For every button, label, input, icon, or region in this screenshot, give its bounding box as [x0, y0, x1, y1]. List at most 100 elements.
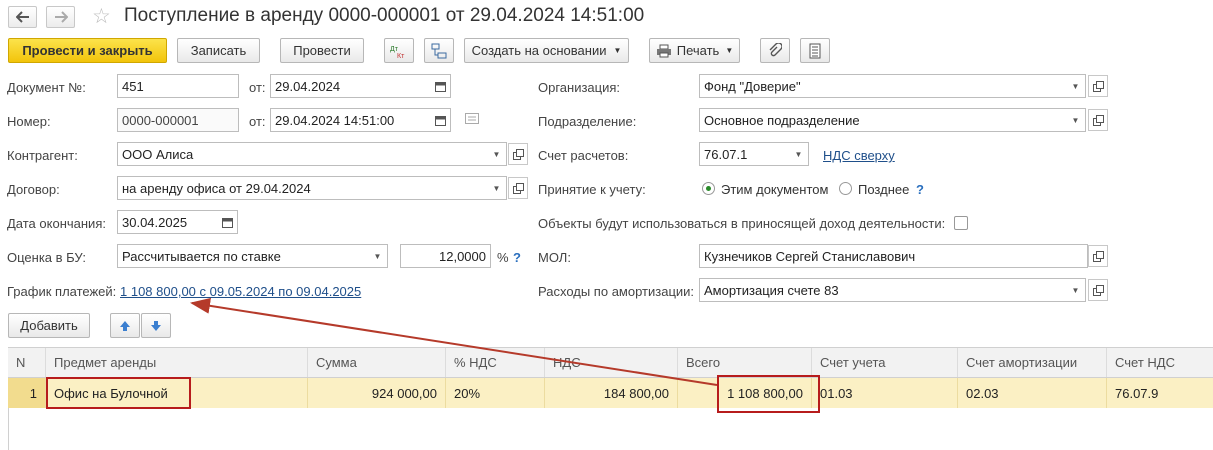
printer-icon	[656, 44, 671, 57]
cell-vat-rate[interactable]: 20%	[446, 378, 545, 408]
chevron-down-icon: ▼	[725, 46, 734, 55]
forward-button[interactable]	[46, 6, 75, 28]
dept-open-button[interactable]	[1088, 109, 1108, 131]
open-window-icon	[1092, 284, 1104, 296]
save-button[interactable]: Записать	[177, 38, 260, 63]
number-input[interactable]: 0000-000001	[117, 108, 239, 132]
chevron-down-icon: ▼	[794, 149, 803, 159]
calendar-icon	[435, 115, 446, 126]
bu-dropdown[interactable]: ▼	[368, 244, 388, 268]
contract-input[interactable]: на аренду офиса от 29.04.2024	[117, 176, 488, 200]
org-open-button[interactable]	[1088, 75, 1108, 97]
hierarchy-icon	[431, 43, 447, 58]
contract-label: Договор:	[7, 182, 60, 197]
dtkt-button[interactable]: Дт Кт	[384, 38, 414, 63]
col-header-subject[interactable]: Предмет аренды	[46, 348, 308, 377]
col-header-amort-account[interactable]: Счет амортизации	[958, 348, 1107, 377]
number-date-input[interactable]: 29.04.2024 14:51:00	[270, 108, 432, 132]
chevron-down-icon: ▼	[1071, 115, 1080, 125]
end-date-label: Дата окончания:	[7, 216, 106, 231]
move-down-button[interactable]	[141, 313, 171, 338]
post-button[interactable]: Провести	[280, 38, 364, 63]
doc-date-from-label: от:	[249, 80, 266, 95]
calendar-button[interactable]	[431, 108, 451, 132]
mol-open-button[interactable]	[1088, 245, 1108, 267]
add-row-button[interactable]: Добавить	[8, 313, 90, 338]
acceptance-this-doc-radio[interactable]	[702, 182, 715, 195]
counterparty-dropdown[interactable]: ▼	[487, 142, 507, 166]
account-dropdown[interactable]: ▼	[789, 142, 809, 166]
cell-amort-account[interactable]: 02.03	[958, 378, 1107, 408]
create-based-label: Создать на основании	[471, 43, 607, 58]
acceptance-later-radio[interactable]	[839, 182, 852, 195]
doc-date-input[interactable]: 29.04.2024	[270, 74, 432, 98]
move-up-button[interactable]	[110, 313, 140, 338]
calendar-button[interactable]	[431, 74, 451, 98]
col-header-vat-rate[interactable]: % НДС	[446, 348, 545, 377]
arrow-up-icon	[120, 320, 130, 331]
contract-open-button[interactable]	[508, 177, 528, 199]
dept-dropdown[interactable]: ▼	[1066, 108, 1086, 132]
print-label: Печать	[676, 43, 720, 58]
bu-select[interactable]: Рассчитывается по ставке	[117, 244, 369, 268]
doc-no-input[interactable]: 451	[117, 74, 239, 98]
create-based-button[interactable]: Создать на основании ▼	[464, 38, 629, 63]
attachments-button[interactable]	[760, 38, 790, 63]
cell-vat[interactable]: 184 800,00	[545, 378, 678, 408]
org-label: Организация:	[538, 80, 621, 95]
arrow-down-icon	[151, 320, 161, 331]
counterparty-input[interactable]: ООО Алиса	[117, 142, 488, 166]
rate-unit: %	[497, 250, 509, 265]
mol-input[interactable]: Кузнечиков Сергей Станиславович	[699, 244, 1088, 268]
back-button[interactable]	[8, 6, 37, 28]
org-input[interactable]: Фонд "Доверие"	[699, 74, 1067, 98]
cell-account[interactable]: 01.03	[812, 378, 958, 408]
end-date-input[interactable]: 30.04.2025	[117, 210, 219, 234]
account-input[interactable]: 76.07.1	[699, 142, 790, 166]
col-header-account[interactable]: Счет учета	[812, 348, 958, 377]
highlight-total-box	[717, 375, 820, 413]
schedule-link[interactable]: 1 108 800,00 с 09.05.2024 по 09.04.2025	[120, 284, 361, 299]
calendar-icon	[222, 217, 233, 228]
org-dropdown[interactable]: ▼	[1066, 74, 1086, 98]
favorite-star-icon[interactable]: ☆	[92, 4, 111, 29]
amort-label: Расходы по амортизации:	[538, 284, 695, 299]
rate-input[interactable]: 12,0000	[400, 244, 491, 268]
col-header-vat[interactable]: НДС	[545, 348, 678, 377]
acceptance-help-icon[interactable]: ?	[916, 182, 924, 197]
paperclip-icon	[769, 42, 782, 56]
chevron-down-icon: ▼	[492, 149, 501, 159]
print-button[interactable]: Печать ▼	[649, 38, 740, 63]
amort-open-button[interactable]	[1088, 279, 1108, 301]
amort-dropdown[interactable]: ▼	[1066, 278, 1086, 302]
acceptance-later-label[interactable]: Позднее	[858, 182, 909, 197]
post-and-close-button[interactable]: Провести и закрыть	[8, 38, 167, 63]
highlight-subject-box	[46, 377, 191, 409]
vat-on-top-link[interactable]: НДС сверху	[823, 148, 895, 163]
col-header-sum[interactable]: Сумма	[308, 348, 446, 377]
structure-button[interactable]	[424, 38, 454, 63]
cell-vat-account[interactable]: 76.07.9	[1107, 378, 1213, 408]
number-label: Номер:	[7, 114, 51, 129]
table-header: N Предмет аренды Сумма % НДС НДС Всего С…	[8, 347, 1213, 378]
col-header-total[interactable]: Всего	[678, 348, 812, 377]
income-activity-checkbox[interactable]	[954, 216, 968, 230]
calendar-button[interactable]	[218, 210, 238, 234]
bu-label: Оценка в БУ:	[7, 250, 86, 265]
dept-input[interactable]: Основное подразделение	[699, 108, 1067, 132]
counterparty-label: Контрагент:	[7, 148, 78, 163]
col-header-n[interactable]: N	[8, 348, 46, 377]
acceptance-this-doc-label[interactable]: Этим документом	[721, 182, 828, 197]
col-header-vat-account[interactable]: Счет НДС	[1107, 348, 1213, 377]
comment-icon[interactable]	[465, 113, 479, 128]
rate-help-icon[interactable]: ?	[513, 250, 521, 265]
cell-sum[interactable]: 924 000,00	[308, 378, 446, 408]
contract-dropdown[interactable]: ▼	[487, 176, 507, 200]
amort-input[interactable]: Амортизация счете 83	[699, 278, 1067, 302]
counterparty-open-button[interactable]	[508, 143, 528, 165]
cell-n[interactable]: 1	[8, 378, 46, 408]
more-button[interactable]	[800, 38, 830, 63]
arrow-right-icon	[54, 11, 68, 23]
open-window-icon	[1092, 114, 1104, 126]
schedule-label: График платежей:	[7, 284, 117, 299]
